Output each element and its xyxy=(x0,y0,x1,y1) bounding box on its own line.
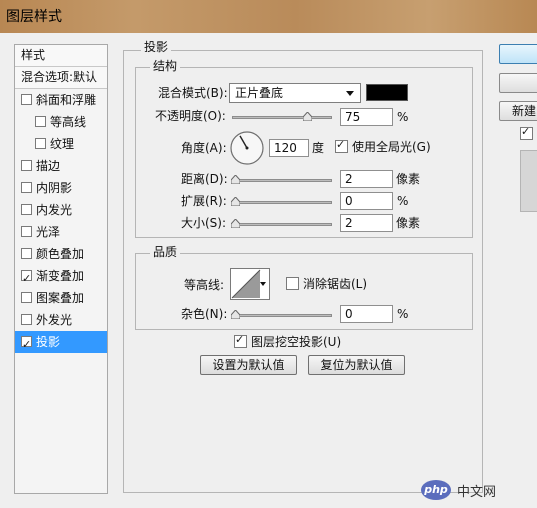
blend-mode-select[interactable]: 正片叠底 xyxy=(229,83,361,103)
style-item-label: 等高线 xyxy=(50,115,87,129)
style-item-checkbox[interactable] xyxy=(21,268,32,290)
styles-header[interactable]: 样式 xyxy=(15,45,107,67)
noise-unit: % xyxy=(397,307,409,321)
distance-slider-thumb[interactable] xyxy=(231,175,240,184)
style-item-label: 外发光 xyxy=(36,313,73,327)
style-item[interactable]: 斜面和浮雕 xyxy=(15,89,107,111)
knockout-label[interactable]: 图层挖空投影(U) xyxy=(251,333,341,351)
style-item-label: 颜色叠加 xyxy=(36,247,85,261)
size-input[interactable]: 2 xyxy=(340,214,393,232)
style-item-label: 纹理 xyxy=(50,137,75,151)
use-global-light-checkbox[interactable] xyxy=(335,138,348,153)
angle-label: 角度(A): xyxy=(181,141,227,155)
anti-alias-label[interactable]: 消除锯齿(L) xyxy=(303,275,367,293)
style-item-label: 图案叠加 xyxy=(36,291,85,305)
distance-slider-track[interactable] xyxy=(232,179,332,182)
window-title: 图层样式 xyxy=(6,9,62,25)
opacity-slider-thumb[interactable] xyxy=(303,112,312,121)
reset-default-button[interactable]: 复位为默认值 xyxy=(308,355,405,375)
styles-list: 样式 混合选项:默认 斜面和浮雕等高线纹理描边内阴影内发光光泽颜色叠加渐变叠加图… xyxy=(14,44,108,494)
blend-mode-value: 正片叠底 xyxy=(235,86,284,100)
style-item-label: 渐变叠加 xyxy=(36,269,85,283)
style-item[interactable]: 颜色叠加 xyxy=(15,243,107,265)
spread-slider-track[interactable] xyxy=(232,201,332,204)
title-bar[interactable]: 图层样式 xyxy=(0,0,537,33)
opacity-slider-track[interactable] xyxy=(232,116,332,119)
distance-unit: 像素 xyxy=(396,172,421,186)
structure-title: 结构 xyxy=(150,59,181,73)
quality-title: 品质 xyxy=(150,245,181,259)
style-item-label: 内阴影 xyxy=(36,181,73,195)
size-slider-thumb[interactable] xyxy=(231,219,240,228)
spread-slider-thumb[interactable] xyxy=(231,197,240,206)
angle-dial[interactable] xyxy=(229,130,265,169)
knockout-checkbox[interactable] xyxy=(234,333,247,348)
chevron-down-icon xyxy=(346,91,354,96)
anti-alias-checkbox[interactable] xyxy=(286,277,299,290)
style-item-checkbox[interactable] xyxy=(21,334,32,356)
drop-shadow-title: 投影 xyxy=(141,40,172,54)
shadow-color-swatch[interactable] xyxy=(366,84,408,101)
spread-unit: % xyxy=(397,194,409,208)
blend-mode-label: 混合模式(B): xyxy=(158,86,228,100)
size-slider-track[interactable] xyxy=(232,223,332,226)
watermark-site-text: 中文网 xyxy=(457,485,497,500)
distance-input[interactable]: 2 xyxy=(340,170,393,188)
size-unit: 像素 xyxy=(396,216,421,230)
opacity-label: 不透明度(O): xyxy=(155,109,226,123)
preview-checkbox[interactable] xyxy=(520,125,533,140)
style-item[interactable]: 图案叠加 xyxy=(15,287,107,309)
style-item[interactable]: 光泽 xyxy=(15,221,107,243)
noise-slider-track[interactable] xyxy=(232,314,332,317)
new-style-button[interactable]: 新建 xyxy=(499,101,537,121)
spread-input[interactable]: 0 xyxy=(340,192,393,210)
style-item[interactable]: 投影 xyxy=(15,331,107,356)
style-item[interactable]: 描边 xyxy=(15,155,107,177)
cancel-button[interactable] xyxy=(499,73,537,93)
php-logo-icon: php xyxy=(421,480,451,500)
style-preview-swatch xyxy=(520,150,537,212)
contour-picker[interactable] xyxy=(230,268,270,300)
angle-unit: 度 xyxy=(312,141,325,155)
spread-label: 扩展(R): xyxy=(181,194,227,208)
ok-button[interactable] xyxy=(499,44,537,64)
make-default-button[interactable]: 设置为默认值 xyxy=(200,355,297,375)
style-item-label: 斜面和浮雕 xyxy=(36,93,97,107)
style-item[interactable]: 内发光 xyxy=(15,199,107,221)
style-item-checkbox[interactable] xyxy=(21,160,32,171)
style-item[interactable]: 渐变叠加 xyxy=(15,265,107,290)
size-label: 大小(S): xyxy=(181,216,227,230)
style-item-label: 投影 xyxy=(36,335,61,349)
style-item-checkbox[interactable] xyxy=(35,138,46,149)
use-global-light-label[interactable]: 使用全局光(G) xyxy=(352,138,431,156)
style-item-checkbox[interactable] xyxy=(21,314,32,325)
style-item-checkbox[interactable] xyxy=(35,116,46,127)
style-item-checkbox[interactable] xyxy=(21,248,32,259)
chevron-down-icon xyxy=(260,282,266,286)
style-item-checkbox[interactable] xyxy=(21,204,32,215)
contour-preview-icon xyxy=(231,269,261,299)
style-item[interactable]: 内阴影 xyxy=(15,177,107,199)
distance-label: 距离(D): xyxy=(181,172,228,186)
contour-label: 等高线: xyxy=(184,278,225,292)
noise-label: 杂色(N): xyxy=(181,307,228,321)
opacity-unit: % xyxy=(397,110,409,124)
style-item[interactable]: 等高线 xyxy=(15,111,107,133)
style-item[interactable]: 外发光 xyxy=(15,309,107,331)
style-item-checkbox[interactable] xyxy=(21,182,32,193)
noise-input[interactable]: 0 xyxy=(340,305,393,323)
style-item-label: 描边 xyxy=(36,159,61,173)
blend-options-item[interactable]: 混合选项:默认 xyxy=(15,67,107,89)
opacity-input[interactable]: 75 xyxy=(340,108,393,126)
style-item-checkbox[interactable] xyxy=(21,292,32,303)
style-item-label: 内发光 xyxy=(36,203,73,217)
style-item-label: 光泽 xyxy=(36,225,61,239)
angle-input[interactable]: 120 xyxy=(269,139,309,157)
noise-slider-thumb[interactable] xyxy=(231,310,240,319)
style-item[interactable]: 纹理 xyxy=(15,133,107,155)
style-item-checkbox[interactable] xyxy=(21,226,32,237)
style-item-checkbox[interactable] xyxy=(21,94,32,105)
